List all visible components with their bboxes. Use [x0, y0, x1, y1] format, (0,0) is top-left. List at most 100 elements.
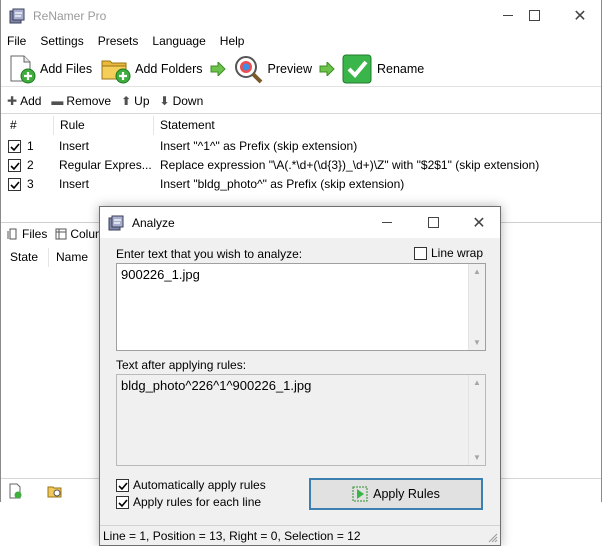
preview-button[interactable]: Preview: [230, 52, 315, 86]
move-up-button[interactable]: ⬆ Up: [115, 94, 153, 108]
rename-label: Rename: [376, 61, 425, 76]
menu-help[interactable]: Help: [213, 31, 252, 51]
apply-each-line-label: Apply rules for each line: [133, 495, 262, 509]
dialog-status-bar: Line = 1, Position = 13, Right = 0, Sele…: [100, 525, 500, 545]
analyze-dialog-title: Analyze: [132, 215, 175, 230]
rule-enabled-checkbox[interactable]: [8, 178, 21, 191]
menu-language[interactable]: Language: [145, 31, 212, 51]
rule-name: Regular Expres...: [59, 158, 151, 172]
rule-name: Insert: [59, 139, 90, 153]
preview-label: Preview: [267, 61, 312, 76]
move-up-label: Up: [134, 94, 150, 108]
line-wrap-box[interactable]: [414, 246, 427, 260]
new-file-icon[interactable]: [7, 483, 23, 499]
scroll-down-icon[interactable]: ▼: [473, 338, 481, 347]
arrow-up-icon: ⬆: [121, 94, 132, 108]
files-icon: [7, 228, 17, 239]
resize-grip-icon[interactable]: [488, 533, 498, 543]
scroll-up-icon[interactable]: ▲: [473, 378, 481, 387]
main-titlebar[interactable]: ReNamer Pro ✕: [1, 0, 601, 31]
apply-rules-label: Apply Rules: [373, 487, 440, 501]
menu-presets[interactable]: Presets: [91, 31, 146, 51]
add-folders-label: Add Folders: [135, 61, 203, 76]
preview-magnifier-icon: [234, 55, 262, 83]
files-menu-label: Files: [22, 226, 48, 241]
check-icon: [118, 498, 128, 507]
rule-enabled-checkbox[interactable]: [8, 159, 21, 172]
menu-file[interactable]: File: [1, 31, 33, 51]
minus-icon: ▬: [51, 94, 64, 108]
rename-button[interactable]: Rename: [339, 52, 427, 86]
output-scrollbar[interactable]: ▲ ▼: [468, 375, 485, 465]
auto-apply-label: Automatically apply rules: [133, 478, 266, 492]
column-header-statement[interactable]: Statement: [160, 118, 215, 132]
rule-name: Insert: [59, 177, 90, 191]
output-label: Text after applying rules:: [116, 358, 247, 372]
rule-statement: Replace expression "\A(.*\d+(\d{3})_\d+)…: [160, 158, 540, 172]
column-header-name[interactable]: Name: [56, 250, 88, 264]
rule-enabled-checkbox[interactable]: [8, 140, 21, 153]
column-header-state[interactable]: State: [10, 250, 38, 264]
close-icon[interactable]: ✕: [456, 207, 502, 238]
cursor-status-text: Line = 1, Position = 13, Right = 0, Sele…: [103, 529, 361, 543]
apply-each-line-box[interactable]: [116, 495, 129, 509]
remove-rule-label: Remove: [66, 94, 112, 108]
play-icon: [352, 486, 368, 502]
analyze-app-icon: [108, 215, 124, 230]
rule-row[interactable]: 2 Regular Expres... Replace expression "…: [1, 156, 601, 175]
auto-apply-box[interactable]: [116, 478, 129, 492]
line-wrap-checkbox[interactable]: Line wrap: [414, 246, 483, 260]
column-header-rule[interactable]: Rule: [60, 118, 85, 132]
line-wrap-label: Line wrap: [431, 246, 484, 260]
apply-each-line-checkbox[interactable]: Apply rules for each line: [116, 495, 261, 509]
add-folders-button[interactable]: Add Folders: [97, 52, 205, 86]
rules-toolbar: ✚ Add ▬ Remove ⬆ Up ⬇ Down: [1, 91, 601, 111]
input-scrollbar[interactable]: ▲ ▼: [468, 264, 485, 350]
analyze-titlebar[interactable]: Analyze ✕: [100, 207, 500, 238]
rule-number: 2: [27, 158, 34, 172]
add-folders-icon: [101, 60, 131, 83]
add-rule-button[interactable]: ✚ Add: [1, 94, 45, 108]
close-icon[interactable]: ✕: [557, 0, 602, 31]
rule-row[interactable]: 1 Insert Insert "^1^" as Prefix (skip ex…: [1, 137, 601, 156]
columns-icon: [55, 228, 67, 239]
output-text-value: bldg_photo^226^1^900226_1.jpg: [121, 378, 312, 393]
arrow-right-icon: [210, 61, 226, 76]
check-icon: [10, 162, 20, 171]
rename-checkmark-icon: [342, 54, 372, 83]
open-folder-icon[interactable]: [47, 483, 63, 499]
remove-rule-button[interactable]: ▬ Remove: [45, 94, 115, 108]
menu-settings[interactable]: Settings: [33, 31, 90, 51]
add-rule-label: Add: [20, 94, 42, 108]
move-down-button[interactable]: ⬇ Down: [154, 94, 208, 108]
add-files-icon: [10, 55, 36, 83]
move-down-label: Down: [172, 94, 204, 108]
column-header-number[interactable]: #: [10, 118, 17, 132]
scroll-up-icon[interactable]: ▲: [473, 267, 481, 276]
files-menu-button[interactable]: Files: [1, 227, 49, 241]
input-label: Enter text that you wish to analyze:: [116, 247, 303, 261]
auto-apply-checkbox[interactable]: Automatically apply rules: [116, 478, 266, 492]
check-icon: [10, 181, 20, 190]
analyze-input-textarea[interactable]: 900226_1.jpg ▲ ▼: [116, 263, 486, 351]
minimize-icon[interactable]: [364, 207, 410, 238]
rules-table-header: # Rule Statement: [1, 114, 601, 136]
plus-icon: ✚: [7, 94, 18, 108]
scroll-down-icon[interactable]: ▼: [473, 453, 481, 462]
check-icon: [10, 143, 20, 152]
main-window-title: ReNamer Pro: [33, 8, 107, 23]
rules-table: # Rule Statement 1 Insert Insert "^1^" a…: [1, 113, 601, 221]
rule-row[interactable]: 3 Insert Insert "bldg_photo^" as Prefix …: [1, 175, 601, 194]
rule-statement: Insert "^1^" as Prefix (skip extension): [160, 139, 358, 153]
add-files-label: Add Files: [40, 61, 93, 76]
maximize-icon[interactable]: [410, 207, 456, 238]
apply-rules-button[interactable]: Apply Rules: [309, 478, 483, 510]
check-icon: [118, 481, 128, 490]
analyze-output-textarea[interactable]: bldg_photo^226^1^900226_1.jpg ▲ ▼: [116, 374, 486, 466]
rule-number: 3: [27, 177, 34, 191]
arrow-right-icon: [319, 61, 335, 76]
add-files-button[interactable]: Add Files: [1, 52, 95, 86]
rule-number: 1: [27, 139, 34, 153]
maximize-icon[interactable]: [511, 0, 557, 31]
input-text-value: 900226_1.jpg: [121, 267, 200, 282]
